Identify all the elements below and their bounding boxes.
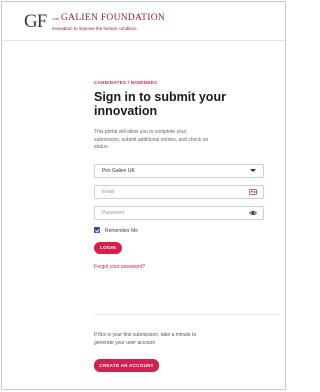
remember-me-label: Remember Me: [105, 227, 139, 234]
intro-text: This portal will allow you to complete y…: [94, 129, 209, 150]
page-title: Sign in to submit your innovation: [94, 90, 226, 118]
logo-tagline: innovation to improve the human conditio…: [52, 26, 137, 31]
remember-me-row[interactable]: Remember Me: [94, 227, 264, 235]
create-account-button[interactable]: CREATE AN ACCOUNT: [94, 359, 159, 372]
site-header: GF THE GALIEN FOUNDATION innovation to i…: [2, 2, 285, 41]
chevron-down-icon: [250, 168, 256, 172]
logo-the: THE: [52, 17, 60, 21]
competition-select-value: Prix Galien UK: [102, 167, 135, 174]
divider: [94, 314, 279, 315]
logo-monogram[interactable]: GF: [24, 12, 47, 32]
password-placeholder: Password: [102, 209, 124, 216]
eye-icon[interactable]: [248, 209, 258, 219]
email-placeholder: Email: [102, 188, 115, 195]
logo-name[interactable]: GALIEN FOUNDATION: [61, 13, 165, 24]
email-field[interactable]: Email: [94, 184, 264, 199]
contact-card-icon: [249, 188, 257, 198]
competition-select[interactable]: Prix Galien UK: [94, 163, 264, 178]
login-button[interactable]: LOGIN: [94, 241, 122, 254]
forgot-password-link[interactable]: Forgot your password?: [94, 264, 264, 271]
eyebrow-label: CANDIDATES / NOMINEES: [94, 80, 158, 85]
browser-frame: GF THE GALIEN FOUNDATION innovation to i…: [1, 1, 286, 390]
first-submission-text: If this is your first submission, take a…: [94, 332, 197, 346]
remember-me-checkbox[interactable]: [94, 227, 100, 234]
login-panel: CANDIDATES / NOMINEES Sign in to submit …: [94, 80, 264, 271]
password-field[interactable]: Password: [94, 205, 264, 220]
